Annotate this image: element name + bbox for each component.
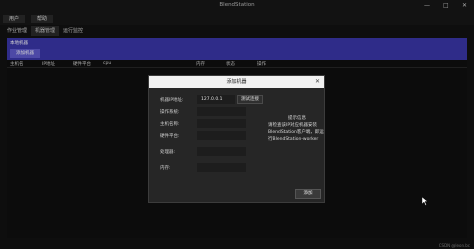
- test-connection-button[interactable]: 测试连接: [237, 95, 263, 104]
- dialog-title: 添加机器: [226, 79, 247, 85]
- platform-field: [197, 131, 246, 140]
- dialog-header: 添加机器 ✕: [149, 76, 324, 88]
- tip-line-1: 请检查该IP对应机器安装: [268, 123, 318, 128]
- platform-label: 硬件平台:: [160, 134, 180, 139]
- dialog-close-icon[interactable]: ✕: [315, 76, 320, 88]
- os-label: 操作系统:: [160, 110, 180, 115]
- memory-field: [197, 163, 246, 172]
- add-machine-dialog: 添加机器 ✕ 机器IP地址: 127.0.0.1 测试连接 操作系统: 主机名称…: [148, 75, 325, 203]
- processor-label: 处理器:: [160, 150, 176, 155]
- processor-field: [197, 147, 246, 156]
- mouse-cursor-icon: [422, 197, 428, 206]
- memory-label: 内存:: [160, 166, 171, 171]
- ip-input[interactable]: 127.0.0.1: [197, 95, 235, 104]
- tip-line-2: BlendStation客户端，即运: [268, 130, 324, 135]
- ip-label: 机器IP地址:: [160, 98, 184, 103]
- tip-line-3: 行BlendStation-worker: [268, 137, 319, 142]
- watermark-text: CSDN @leon.bc: [438, 243, 470, 248]
- hostname-field: [197, 119, 246, 128]
- tip-title: 提示信息: [288, 116, 306, 121]
- confirm-add-button[interactable]: 添加: [295, 189, 321, 199]
- hostname-label: 主机名称:: [160, 122, 180, 127]
- os-field: [197, 107, 246, 116]
